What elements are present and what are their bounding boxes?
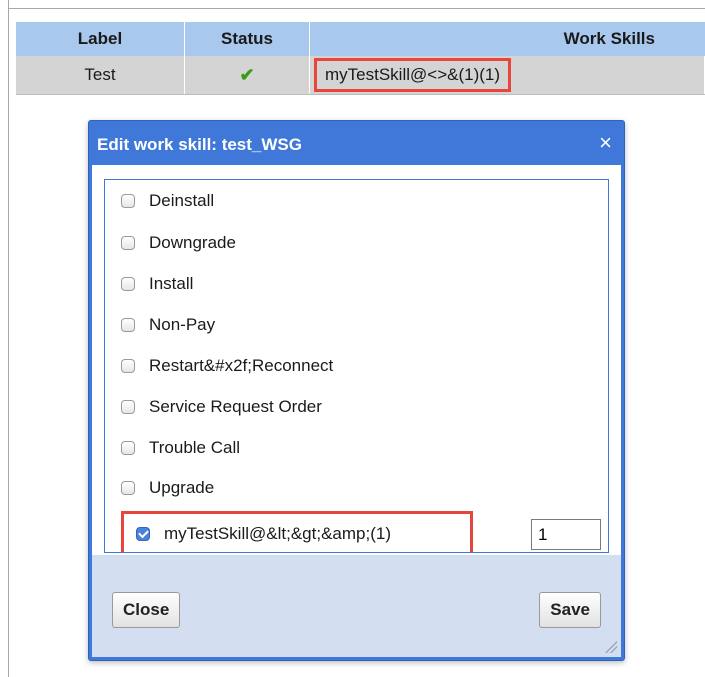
checkbox[interactable]: [121, 481, 135, 495]
edit-work-skill-dialog: Edit work skill: test_WSG × Deinstall Do…: [88, 120, 625, 661]
list-item[interactable]: Install: [121, 272, 193, 296]
dialog-body: Deinstall Downgrade Install Non-Pay Rest…: [92, 165, 621, 657]
list-item[interactable]: Non-Pay: [121, 313, 215, 337]
selected-item-label: myTestSkill@&lt;&gt;&amp;(1): [164, 524, 391, 543]
work-skills-table: Label Status Work Skills Test ✔ myTestSk…: [16, 22, 705, 95]
quantity-input[interactable]: [531, 519, 601, 550]
header-work-skills[interactable]: Work Skills: [310, 22, 705, 56]
save-button[interactable]: Save: [539, 592, 601, 628]
resize-handle[interactable]: [605, 641, 617, 653]
check-icon: ✔: [239, 64, 255, 85]
list-item[interactable]: Upgrade: [121, 476, 214, 500]
work-skill-list[interactable]: Deinstall Downgrade Install Non-Pay Rest…: [104, 179, 609, 553]
selected-work-skill-item[interactable]: myTestSkill@&lt;&gt;&amp;(1): [121, 511, 473, 552]
header-status[interactable]: Status: [185, 22, 310, 56]
close-button[interactable]: Close: [112, 592, 181, 628]
dialog-footer: Close Save: [92, 555, 621, 657]
list-item-label: Install: [149, 274, 194, 293]
row-label: Test: [16, 56, 185, 94]
list-item[interactable]: Deinstall: [121, 189, 214, 213]
list-item[interactable]: Trouble Call: [121, 436, 240, 460]
list-item-label: Trouble Call: [149, 438, 241, 457]
list-item-label: Non-Pay: [149, 315, 216, 334]
row-status: ✔: [185, 56, 310, 94]
list-item[interactable]: Downgrade: [121, 231, 236, 255]
row-work-skills: myTestSkill@<>&(1)(1): [310, 56, 705, 94]
list-item[interactable]: Restart&#x2f;Reconnect: [121, 354, 333, 378]
list-item-label: Service Request Order: [149, 397, 322, 416]
list-item-label: Restart&#x2f;Reconnect: [149, 356, 334, 375]
dialog-title: Edit work skill: test_WSG: [97, 135, 302, 154]
checkbox[interactable]: [121, 194, 135, 208]
table-header: Label Status Work Skills: [16, 22, 705, 56]
list-item-label: Deinstall: [149, 191, 215, 210]
list-item-label: Downgrade: [149, 233, 236, 252]
checkbox[interactable]: [121, 236, 135, 250]
work-skill-cell[interactable]: myTestSkill@<>&(1)(1): [314, 58, 512, 92]
list-item[interactable]: Service Request Order: [121, 395, 322, 419]
close-icon[interactable]: ×: [599, 132, 612, 154]
checkbox-checked[interactable]: [136, 527, 150, 541]
checkbox[interactable]: [121, 400, 135, 414]
checkbox[interactable]: [121, 277, 135, 291]
checkbox[interactable]: [121, 441, 135, 455]
checkbox[interactable]: [121, 318, 135, 332]
checkbox[interactable]: [121, 359, 135, 373]
table-row[interactable]: Test ✔ myTestSkill@<>&(1)(1): [16, 56, 705, 95]
list-item-label: Upgrade: [149, 478, 215, 497]
page-frame-top: [8, 8, 705, 9]
header-label[interactable]: Label: [16, 22, 185, 56]
